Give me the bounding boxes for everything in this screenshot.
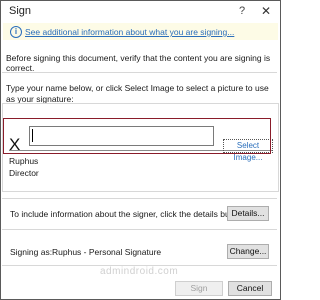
details-text: To include information about the signer,… xyxy=(10,209,247,219)
signer-title: Director xyxy=(9,168,39,178)
info-icon: i xyxy=(10,26,22,38)
details-button[interactable]: Details... xyxy=(227,206,269,221)
signature-highlight-box xyxy=(3,118,271,154)
info-bar: i See additional information about what … xyxy=(3,23,278,40)
verify-text: Before signing this document, verify tha… xyxy=(6,53,271,73)
close-icon[interactable]: ✕ xyxy=(261,4,271,18)
verify-section: Before signing this document, verify tha… xyxy=(2,46,277,73)
change-button[interactable]: Change... xyxy=(227,244,269,259)
help-icon[interactable]: ? xyxy=(239,5,245,17)
signer-name: Ruphus xyxy=(9,156,39,166)
sign-button[interactable]: Sign xyxy=(175,281,223,296)
signature-prompt: Type your name below, or click Select Im… xyxy=(6,83,269,104)
cancel-button[interactable]: Cancel xyxy=(228,281,272,296)
watermark: admindroid.com xyxy=(100,266,179,277)
signing-as-value: Ruphus - Personal Signature xyxy=(52,247,162,257)
additional-info-link[interactable]: See additional information about what yo… xyxy=(25,27,234,37)
title-bar: Sign ? ✕ xyxy=(1,1,280,23)
dialog-title: Sign xyxy=(9,5,32,17)
signing-as-label: Signing as: xyxy=(10,247,53,257)
